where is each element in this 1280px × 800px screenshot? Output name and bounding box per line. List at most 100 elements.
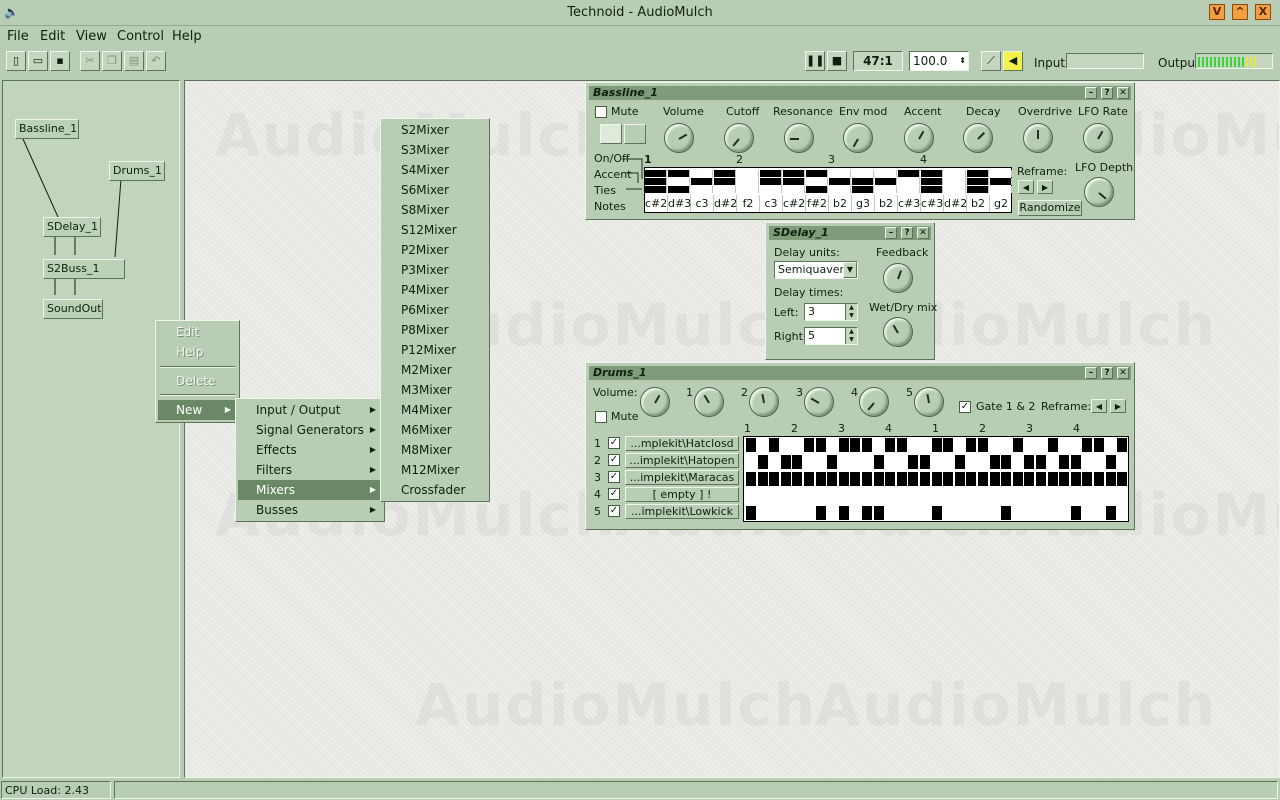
step-cell[interactable] bbox=[737, 186, 759, 193]
drum-step-cell[interactable] bbox=[978, 472, 988, 486]
menu-item-mixer[interactable]: M6Mixer bbox=[383, 420, 487, 440]
drum-step-cell[interactable] bbox=[1047, 506, 1058, 520]
new-file-icon[interactable]: ▯ bbox=[6, 51, 26, 71]
drum-step-cell[interactable] bbox=[966, 455, 977, 469]
close-icon[interactable]: ✕ bbox=[1117, 87, 1129, 99]
drum-step-cell[interactable] bbox=[792, 455, 803, 469]
drums-title[interactable]: Drums_1 – ? ✕ bbox=[589, 366, 1131, 380]
step-cell[interactable] bbox=[898, 178, 920, 185]
drum-step-cell[interactable] bbox=[966, 438, 977, 452]
drum-step-cell[interactable] bbox=[873, 489, 884, 503]
patch-cord-icon[interactable]: ⟋ bbox=[981, 51, 1001, 71]
drum-step-cell[interactable] bbox=[746, 455, 756, 469]
help-icon[interactable]: ? bbox=[1101, 367, 1113, 379]
step-cell[interactable] bbox=[760, 170, 782, 177]
tempo-spin-icon[interactable]: ⬍ bbox=[959, 52, 966, 70]
save-icon[interactable]: ▪ bbox=[50, 51, 70, 71]
step-cell[interactable] bbox=[691, 178, 713, 185]
drum-step-cell[interactable] bbox=[920, 455, 930, 469]
drum-step-cell[interactable] bbox=[757, 472, 768, 486]
bassline-title[interactable]: Bassline_1 – ? ✕ bbox=[589, 86, 1131, 100]
step-cell[interactable] bbox=[668, 178, 690, 185]
reframe-right-icon[interactable]: ▶ bbox=[1037, 180, 1053, 194]
drum-step-cell[interactable] bbox=[1001, 506, 1012, 520]
drum-step-cell[interactable] bbox=[1036, 438, 1046, 452]
sample-button[interactable]: ...implekit\Maracas bbox=[625, 470, 739, 485]
note-cell[interactable]: d#2 bbox=[714, 195, 737, 212]
step-cell[interactable] bbox=[967, 170, 989, 177]
step-cell[interactable] bbox=[806, 186, 828, 193]
drum-step-cell[interactable] bbox=[746, 472, 756, 486]
drum-step-cell[interactable] bbox=[966, 489, 977, 503]
step-cell[interactable] bbox=[760, 186, 782, 193]
feedback-knob[interactable] bbox=[883, 263, 913, 293]
drum-step-cell[interactable] bbox=[885, 455, 896, 469]
drum-step-cell[interactable] bbox=[850, 489, 861, 503]
drum-step-cell[interactable] bbox=[827, 472, 838, 486]
bassline-step-grid[interactable]: c#2 d#3 c3 d#2 f2 c3 c#2 f#2 b2 g3 b2 c#3 c#3 d#2 b2 g2 bbox=[644, 167, 1013, 213]
step-cell[interactable] bbox=[645, 186, 667, 193]
drum-step-cell[interactable] bbox=[804, 472, 814, 486]
note-cell[interactable]: c3 bbox=[691, 195, 714, 212]
drum-step-cell[interactable] bbox=[920, 438, 930, 452]
drum-step-cell[interactable] bbox=[908, 455, 919, 469]
drum-step-cell[interactable] bbox=[978, 506, 988, 520]
close-icon[interactable]: ✕ bbox=[917, 227, 929, 239]
step-cell[interactable] bbox=[898, 170, 920, 177]
drum-step-cell[interactable] bbox=[1012, 455, 1023, 469]
drum-step-cell[interactable] bbox=[815, 489, 826, 503]
reframe-right-icon[interactable]: ▶ bbox=[1110, 399, 1126, 413]
drum-step-cell[interactable] bbox=[1117, 506, 1128, 520]
drum-step-cell[interactable] bbox=[908, 489, 919, 503]
drum-step-cell[interactable] bbox=[1117, 438, 1128, 452]
step-cell[interactable] bbox=[875, 170, 897, 177]
drum-mute-checkbox[interactable] bbox=[595, 411, 607, 423]
drum-step-cell[interactable] bbox=[838, 489, 849, 503]
drum-step-cell[interactable] bbox=[1105, 455, 1116, 469]
drum-step-cell[interactable] bbox=[1001, 472, 1012, 486]
drum-step-cell[interactable] bbox=[873, 438, 884, 452]
stop-icon[interactable]: ■ bbox=[827, 51, 847, 71]
drum-step-cell[interactable] bbox=[827, 455, 838, 469]
note-cell[interactable]: b2 bbox=[875, 195, 898, 212]
step-cell[interactable] bbox=[990, 170, 1012, 177]
drum-step-cell[interactable] bbox=[954, 455, 965, 469]
lfo-rate-knob[interactable] bbox=[1083, 123, 1113, 153]
drum-step-cell[interactable] bbox=[746, 489, 756, 503]
drum-step-cell[interactable] bbox=[1001, 455, 1012, 469]
step-cell[interactable] bbox=[691, 170, 713, 177]
drum-step-cell[interactable] bbox=[780, 455, 791, 469]
note-cell[interactable]: f2 bbox=[737, 195, 760, 212]
drum-step-cell[interactable] bbox=[757, 489, 768, 503]
wetdry-knob[interactable] bbox=[883, 317, 913, 347]
envmod-knob[interactable] bbox=[843, 123, 873, 153]
drum-step-cell[interactable] bbox=[989, 472, 1000, 486]
channel-4-knob[interactable] bbox=[859, 387, 889, 417]
drum-step-cell[interactable] bbox=[1094, 506, 1104, 520]
drum-step-cell[interactable] bbox=[1024, 506, 1035, 520]
resonance-knob[interactable] bbox=[784, 123, 814, 153]
drum-step-cell[interactable] bbox=[1082, 472, 1093, 486]
open-folder-icon[interactable]: ▭ bbox=[28, 51, 48, 71]
drum-step-cell[interactable] bbox=[954, 506, 965, 520]
drum-step-cell[interactable] bbox=[1059, 506, 1070, 520]
drum-step-cell[interactable] bbox=[757, 506, 768, 520]
menu-item-mixer[interactable]: M12Mixer bbox=[383, 460, 487, 480]
drum-step-cell[interactable] bbox=[920, 472, 930, 486]
drum-step-cell[interactable] bbox=[827, 506, 838, 520]
step-cell[interactable] bbox=[921, 186, 943, 193]
menu-control[interactable]: Control bbox=[117, 29, 164, 44]
drum-step-cell[interactable] bbox=[908, 506, 919, 520]
accent-knob[interactable] bbox=[904, 123, 934, 153]
spin-icon[interactable]: ▲ ▼ bbox=[845, 328, 857, 344]
step-cell[interactable] bbox=[645, 170, 667, 177]
menu-file[interactable]: File bbox=[7, 29, 29, 44]
step-cell[interactable] bbox=[714, 186, 736, 193]
drum-step-cell[interactable] bbox=[792, 472, 803, 486]
close-button[interactable]: X bbox=[1255, 4, 1271, 20]
drum-step-cell[interactable] bbox=[1001, 438, 1012, 452]
drum-step-cell[interactable] bbox=[815, 455, 826, 469]
drum-step-cell[interactable] bbox=[769, 438, 780, 452]
note-cell[interactable]: d#3 bbox=[668, 195, 691, 212]
square-wave-icon[interactable] bbox=[624, 124, 646, 144]
